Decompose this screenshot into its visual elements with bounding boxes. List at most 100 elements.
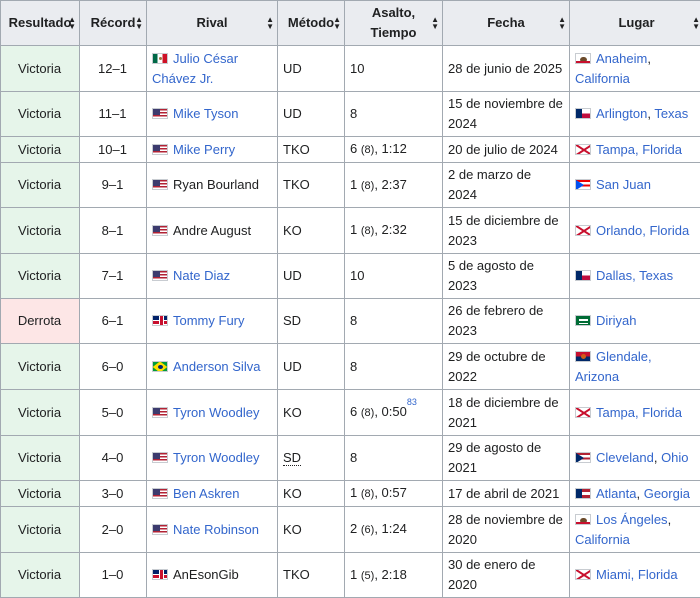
venue-link[interactable]: Orlando, Florida <box>596 223 689 238</box>
venue-cell: Miami, Florida <box>570 553 700 598</box>
venue-cell: Cleveland, Ohio <box>570 436 700 481</box>
venue-link[interactable]: Miami, Florida <box>596 567 678 582</box>
method-cell: KO <box>278 507 345 553</box>
rival-name[interactable]: Tyron Woodley <box>173 450 259 465</box>
venue-region-link[interactable]: Georgia <box>644 486 690 501</box>
arizona-flag-icon <box>575 351 591 362</box>
round-time-cell: 6 (8), 1:12 <box>345 137 443 163</box>
asalto-round: 1 <box>350 177 357 192</box>
header-asalto-tiempo[interactable]: Asalto, Tiempo▲▼ <box>345 1 443 46</box>
method-cell: UD <box>278 344 345 390</box>
rival-name[interactable]: Tommy Fury <box>173 313 245 328</box>
florida-flag-icon <box>575 407 591 418</box>
venue-link[interactable]: Dallas, Texas <box>596 268 673 283</box>
rival-cell: Anderson Silva <box>147 344 278 390</box>
venue-region-link[interactable]: California <box>575 532 630 547</box>
date-cell: 17 de abril de 2021 <box>443 481 570 507</box>
asalto-scheduled: (8) <box>361 225 374 237</box>
boxing-record-table: Resultado▲▼ Récord▲▼ Rival▲▼ Método▲▼ As… <box>0 0 700 598</box>
venue-region-link[interactable]: California <box>575 71 630 86</box>
round-time-cell: 8 <box>345 299 443 344</box>
venue-link[interactable]: Tampa, Florida <box>596 405 682 420</box>
table-row: Victoria6–0Anderson SilvaUD829 de octubr… <box>1 344 700 390</box>
sort-arrows-icon[interactable]: ▲▼ <box>266 16 274 30</box>
header-record[interactable]: Récord▲▼ <box>80 1 147 46</box>
table-row: Victoria4–0Tyron WoodleySD829 de agosto … <box>1 436 700 481</box>
result-cell: Victoria <box>1 137 80 163</box>
header-resultado[interactable]: Resultado▲▼ <box>1 1 80 46</box>
header-fecha[interactable]: Fecha▲▼ <box>443 1 570 46</box>
puerto-rico-flag-icon <box>575 179 591 190</box>
venue-cell: Diriyah <box>570 299 700 344</box>
method-cell: KO <box>278 208 345 254</box>
table-row: Victoria2–0Nate RobinsonKO2 (6), 1:2428 … <box>1 507 700 553</box>
usa-flag-icon <box>152 524 168 535</box>
sort-arrows-icon[interactable]: ▲▼ <box>431 16 439 30</box>
venue-link[interactable]: Los Ángeles <box>596 512 668 527</box>
result-cell: Victoria <box>1 344 80 390</box>
method-value: KO <box>283 486 302 501</box>
rival-name[interactable]: Nate Robinson <box>173 522 259 537</box>
method-cell: UD <box>278 254 345 299</box>
venue-link[interactable]: Tampa, Florida <box>596 142 682 157</box>
method-value: UD <box>283 268 302 283</box>
venue-link[interactable]: Atlanta <box>596 486 636 501</box>
venue-cell: Tampa, Florida <box>570 137 700 163</box>
florida-flag-icon <box>575 225 591 236</box>
venue-link[interactable]: Arlington <box>596 106 647 121</box>
asalto-time: 0:50 <box>382 404 407 419</box>
asalto-scheduled: (8) <box>361 488 374 500</box>
date-cell: 20 de julio de 2024 <box>443 137 570 163</box>
rival-cell: Mike Tyson <box>147 92 278 137</box>
sort-arrows-icon[interactable]: ▲▼ <box>558 16 566 30</box>
asalto-round: 8 <box>350 359 357 374</box>
florida-flag-icon <box>575 144 591 155</box>
rival-name: Ryan Bourland <box>173 177 259 192</box>
venue-link[interactable]: San Juan <box>596 177 651 192</box>
rival-cell: AnEsonGib <box>147 553 278 598</box>
venue-link[interactable]: Cleveland <box>596 450 654 465</box>
usa-flag-icon <box>152 144 168 155</box>
sort-arrows-icon[interactable]: ▲▼ <box>68 16 76 30</box>
rival-name[interactable]: Tyron Woodley <box>173 405 259 420</box>
rival-name[interactable]: Ben Askren <box>173 486 240 501</box>
round-time-cell: 6 (8), 0:5083 <box>345 390 443 436</box>
result-cell: Victoria <box>1 254 80 299</box>
rival-name[interactable]: Anderson Silva <box>173 359 260 374</box>
header-metodo[interactable]: Método▲▼ <box>278 1 345 46</box>
result-cell: Victoria <box>1 507 80 553</box>
method-value: KO <box>283 522 302 537</box>
table-row: Victoria9–1Ryan BourlandTKO1 (8), 2:372 … <box>1 163 700 208</box>
venue-link[interactable]: Diriyah <box>596 313 636 328</box>
record-cell: 5–0 <box>80 390 147 436</box>
table-row: Victoria12–1Julio César Chávez Jr.UD1028… <box>1 46 700 92</box>
ohio-flag-icon <box>575 452 591 463</box>
method-value: TKO <box>283 177 310 192</box>
rival-name[interactable]: Nate Diaz <box>173 268 230 283</box>
date-cell: 18 de diciembre de 2021 <box>443 390 570 436</box>
rival-name[interactable]: Mike Perry <box>173 142 235 157</box>
brazil-flag-icon <box>152 361 168 372</box>
sort-arrows-icon[interactable]: ▲▼ <box>692 16 700 30</box>
sort-arrows-icon[interactable]: ▲▼ <box>333 16 341 30</box>
rival-cell: Andre August <box>147 208 278 254</box>
method-cell: TKO <box>278 553 345 598</box>
florida-flag-icon <box>575 569 591 580</box>
uk-flag-icon <box>152 569 168 580</box>
record-cell: 10–1 <box>80 137 147 163</box>
venue-region-link[interactable]: Texas <box>654 106 688 121</box>
header-lugar[interactable]: Lugar▲▼ <box>570 1 700 46</box>
record-cell: 8–1 <box>80 208 147 254</box>
venue-link[interactable]: Anaheim <box>596 51 647 66</box>
rival-name[interactable]: Mike Tyson <box>173 106 239 121</box>
reference-link[interactable]: 83 <box>407 397 417 407</box>
header-rival[interactable]: Rival▲▼ <box>147 1 278 46</box>
round-time-cell: 1 (8), 2:32 <box>345 208 443 254</box>
asalto-time: 2:32 <box>382 222 407 237</box>
date-cell: 15 de noviembre de 2024 <box>443 92 570 137</box>
table-row: Victoria5–0Tyron WoodleyKO6 (8), 0:50831… <box>1 390 700 436</box>
venue-region-link[interactable]: Ohio <box>661 450 688 465</box>
sort-arrows-icon[interactable]: ▲▼ <box>135 16 143 30</box>
asalto-round: 1 <box>350 222 357 237</box>
mexico-flag-icon <box>152 53 168 64</box>
